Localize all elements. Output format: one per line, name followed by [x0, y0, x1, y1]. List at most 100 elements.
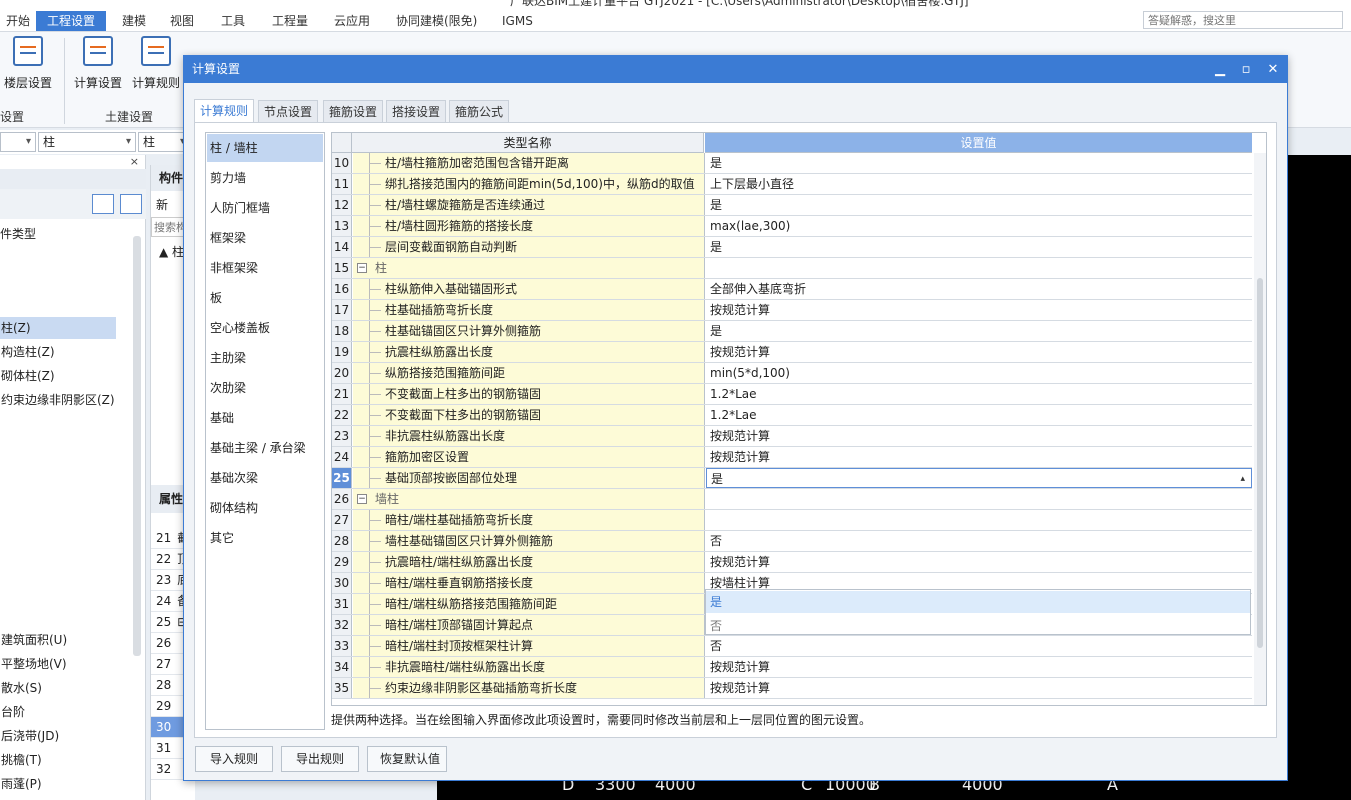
row-value[interactable]: 是 — [706, 237, 1252, 257]
floor-settings-button[interactable]: 楼层设置 — [0, 36, 56, 91]
row-value[interactable]: 按规范计算 — [706, 447, 1252, 467]
grid-row[interactable]: 18 柱基础锚固区只计算外侧箍筋 是 — [332, 321, 1252, 342]
dropdown-option-no[interactable]: 否 — [706, 615, 1250, 637]
menu-igms[interactable]: IGMS — [496, 11, 539, 31]
grid-row[interactable]: 11 绑扎搭接范围内的箍筋间距min(5d,100)中，纵筋d的取值 上下层最小直径 — [332, 174, 1252, 195]
grid-group-row[interactable]: 26− 墙柱 — [332, 489, 1252, 510]
menu-collab[interactable]: 协同建模(限免) — [390, 11, 483, 31]
grid-row[interactable]: 35 约束边缘非阴影区基础插筋弯折长度 按规范计算 — [332, 678, 1252, 699]
grid-row[interactable]: 27 暗柱/端柱基础插筋弯折长度 — [332, 510, 1252, 531]
category-item[interactable]: 其它 — [207, 524, 323, 552]
grid-scrollbar[interactable] — [1254, 153, 1266, 705]
row-value[interactable]: 否 — [706, 636, 1252, 656]
row-value[interactable]: 按规范计算 — [706, 657, 1252, 677]
nav-item-apron[interactable]: 散水(S) — [0, 677, 116, 699]
grid-row[interactable]: 33 暗柱/端柱封顶按框架柱计算 否 — [332, 636, 1252, 657]
tab-lap-settings[interactable]: 搭接设置 — [386, 100, 447, 122]
grid-row[interactable]: 10 柱/墙柱箍筋加密范围包含错开距离 是 — [332, 153, 1252, 174]
tab-node-settings[interactable]: 节点设置 — [258, 100, 319, 122]
row-value[interactable]: 全部伸入基底弯折 — [706, 279, 1252, 299]
grid-row[interactable]: 28 墙柱基础锚固区只计算外侧箍筋 否 — [332, 531, 1252, 552]
grid-row[interactable]: 16 柱纵筋伸入基础锚固形式 全部伸入基底弯折 — [332, 279, 1252, 300]
menu-cloud[interactable]: 云应用 — [328, 11, 376, 31]
row-value-select[interactable]: 是 — [706, 468, 1252, 489]
grid-row[interactable]: 14 层间变截面钢筋自动判断 是 — [332, 237, 1252, 258]
row-value[interactable]: 是 — [706, 321, 1252, 341]
grid-row[interactable]: 25 基础顶部按嵌固部位处理 是 — [332, 468, 1252, 489]
category-combo[interactable]: 柱 — [38, 132, 136, 152]
navigation-scrollbar[interactable] — [133, 236, 141, 656]
nav-item-boundary-zone[interactable]: 约束边缘非阴影区(Z) — [0, 389, 116, 411]
category-item[interactable]: 次肋梁 — [207, 374, 323, 402]
help-search-input[interactable] — [1143, 11, 1343, 29]
dropdown-option-yes[interactable]: 是 — [706, 591, 1250, 613]
grid-scrollbar-thumb[interactable] — [1257, 278, 1263, 648]
menu-tools[interactable]: 工具 — [215, 11, 251, 31]
nav-item-canopy[interactable]: 雨蓬(P) — [0, 773, 116, 795]
nav-item-constructional-column[interactable]: 构造柱(Z) — [0, 341, 116, 363]
nav-item-cornice[interactable]: 挑檐(T) — [0, 749, 116, 771]
tab-stirrup-formula[interactable]: 箍筋公式 — [449, 100, 510, 122]
floor-combo[interactable] — [0, 132, 36, 152]
grid-row[interactable]: 12 柱/墙柱螺旋箍筋是否连续通过 是 — [332, 195, 1252, 216]
category-item[interactable]: 板 — [207, 284, 323, 312]
category-item[interactable]: 主肋梁 — [207, 344, 323, 372]
row-value[interactable]: 按规范计算 — [706, 300, 1252, 320]
maximize-icon[interactable]: ▫ — [1232, 56, 1260, 83]
grid-header-value[interactable]: 设置值 — [705, 133, 1252, 153]
grid-row[interactable]: 23 非抗震柱纵筋露出长度 按规范计算 — [332, 426, 1252, 447]
nav-item-building-area[interactable]: 建筑面积(U) — [0, 629, 116, 651]
drawing-canvas[interactable] — [1288, 155, 1351, 800]
category-item[interactable]: 基础主梁 / 承台梁 — [207, 434, 323, 462]
grid-row[interactable]: 29 抗震暗柱/端柱纵筋露出长度 按规范计算 — [332, 552, 1252, 573]
tree-view-icon[interactable] — [120, 194, 142, 214]
nav-item-masonry-column[interactable]: 砌体柱(Z) — [0, 365, 116, 387]
drawing-canvas-axis[interactable]: D 3300 4000 C 10000 B 4000 A — [437, 780, 1351, 800]
category-item[interactable]: 基础 — [207, 404, 323, 432]
row-value[interactable]: 上下层最小直径 — [706, 174, 1252, 194]
row-value[interactable]: 按规范计算 — [706, 426, 1252, 446]
category-item[interactable]: 空心楼盖板 — [207, 314, 323, 342]
menu-modeling[interactable]: 建模 — [116, 11, 152, 31]
category-item[interactable]: 基础次梁 — [207, 464, 323, 492]
calc-settings-button[interactable]: 计算设置 — [70, 36, 126, 91]
tab-calc-rules[interactable]: 计算规则 — [194, 99, 255, 123]
restore-defaults-button[interactable]: 恢复默认值 — [367, 746, 447, 772]
category-item[interactable]: 非框架梁 — [207, 254, 323, 282]
row-value[interactable]: 否 — [706, 531, 1252, 551]
grid-row[interactable]: 24 箍筋加密区设置 按规范计算 — [332, 447, 1252, 468]
row-value[interactable]: min(5*d,100) — [706, 363, 1252, 383]
grid-row[interactable]: 20 纵筋搭接范围箍筋间距 min(5*d,100) — [332, 363, 1252, 384]
row-value[interactable]: 按规范计算 — [706, 342, 1252, 362]
component-tree-root[interactable]: ▲ 柱 — [159, 243, 184, 260]
grid-row[interactable]: 34 非抗震暗柱/端柱纵筋露出长度 按规范计算 — [332, 657, 1252, 678]
category-item[interactable]: 框架梁 — [207, 224, 323, 252]
close-icon[interactable]: ✕ — [1259, 56, 1287, 83]
menu-view[interactable]: 视图 — [164, 11, 200, 31]
row-value[interactable]: 按规范计算 — [706, 552, 1252, 572]
calc-rules-button[interactable]: 计算规则 — [128, 36, 184, 91]
list-view-icon[interactable] — [92, 194, 114, 214]
row-value[interactable]: 按规范计算 — [706, 678, 1252, 698]
nav-item-site-leveling[interactable]: 平整场地(V) — [0, 653, 116, 675]
category-item[interactable]: 剪力墙 — [207, 164, 323, 192]
collapse-icon[interactable]: − — [357, 494, 367, 504]
export-rules-button[interactable]: 导出规则 — [281, 746, 359, 772]
nav-item-post-pour-strip[interactable]: 后浇带(JD) — [0, 725, 116, 747]
category-item[interactable]: 砌体结构 — [207, 494, 323, 522]
grid-row[interactable]: 17 柱基础插筋弯折长度 按规范计算 — [332, 300, 1252, 321]
row-value[interactable]: 1.2*Lae — [706, 384, 1252, 404]
menu-start[interactable]: 开始 — [0, 11, 36, 31]
grid-group-row[interactable]: 15− 柱 — [332, 258, 1252, 279]
import-rules-button[interactable]: 导入规则 — [195, 746, 273, 772]
row-value[interactable]: 是 — [706, 195, 1252, 215]
grid-header-name[interactable]: 类型名称 — [352, 133, 704, 153]
row-value[interactable]: max(lae,300) — [706, 216, 1252, 236]
nav-item-steps[interactable]: 台阶 — [0, 701, 116, 723]
grid-row[interactable]: 21 不变截面上柱多出的钢筋锚固 1.2*Lae — [332, 384, 1252, 405]
nav-item-column[interactable]: 柱(Z) — [0, 317, 116, 339]
grid-row[interactable]: 13 柱/墙柱圆形箍筋的搭接长度 max(lae,300) — [332, 216, 1252, 237]
row-value[interactable]: 是 — [706, 153, 1252, 173]
tab-stirrup-settings[interactable]: 箍筋设置 — [323, 100, 384, 122]
close-icon[interactable]: × — [130, 155, 139, 168]
